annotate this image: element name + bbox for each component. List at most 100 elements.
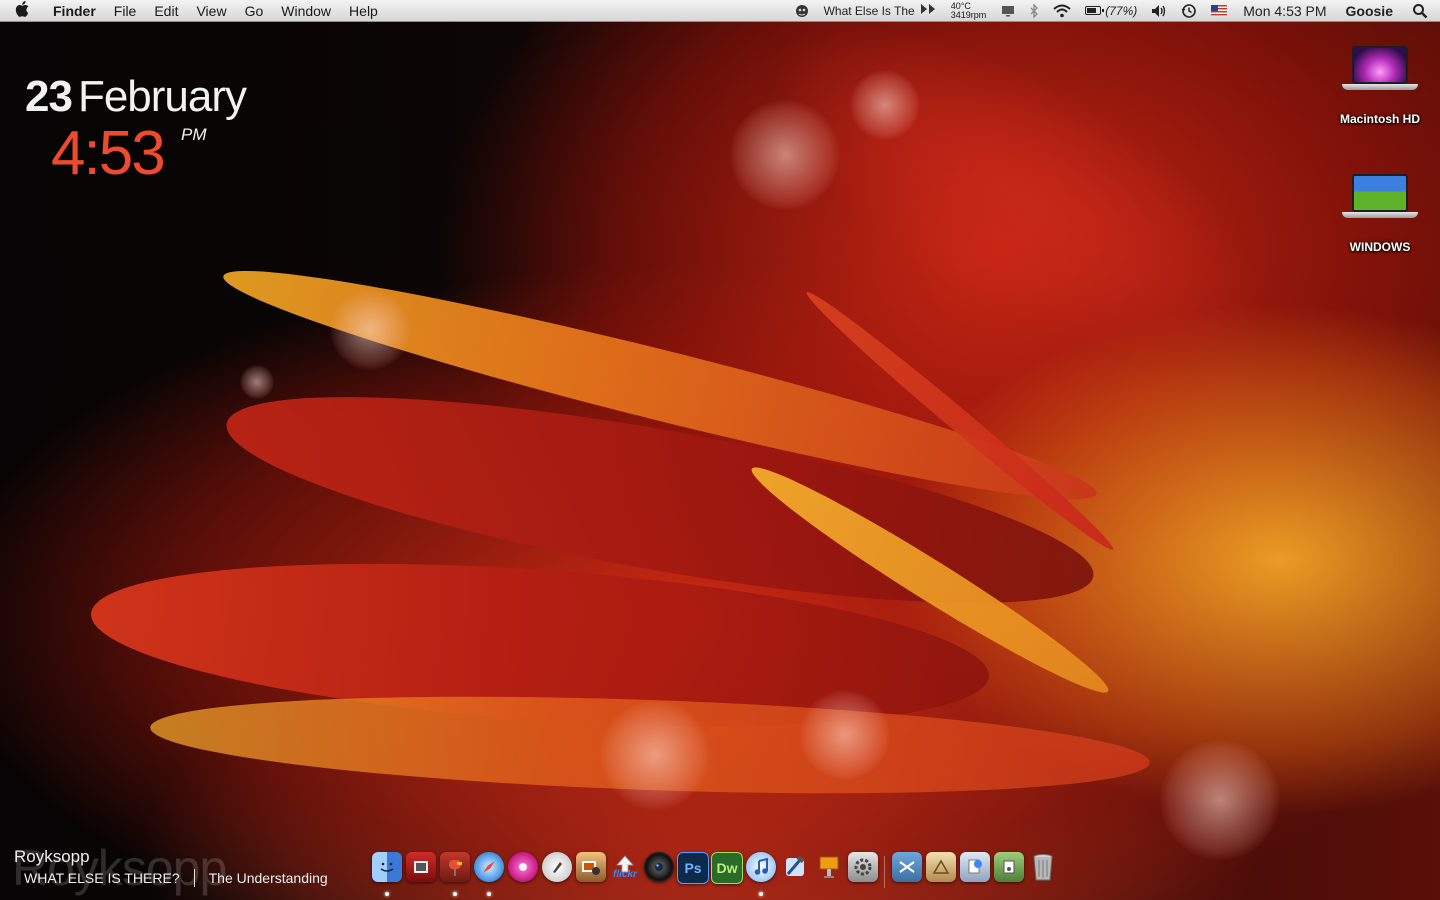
time-line: 4:53 PM [51, 123, 246, 185]
windows-drive-icon [1342, 172, 1418, 224]
wallpaper-bokeh [330, 290, 410, 370]
dock-item-frontrow[interactable] [506, 852, 540, 898]
menu-clock[interactable]: Mon 4:53 PM [1234, 0, 1335, 22]
dock-item-photoshop[interactable]: Ps [676, 852, 710, 898]
photoshop-icon: Ps [677, 852, 709, 884]
dock-item-finder[interactable] [370, 852, 404, 898]
dock-item-keynote[interactable] [812, 852, 846, 898]
dock-divider [880, 852, 890, 898]
battery-level [1087, 8, 1097, 13]
menu-edit[interactable]: Edit [145, 0, 187, 22]
flickr-label: flickr [613, 868, 637, 880]
photoshop-label: Ps [684, 860, 702, 876]
dock-item-safari[interactable] [472, 852, 506, 898]
menu-window[interactable]: Window [272, 0, 340, 22]
menu-finder[interactable]: Finder [44, 0, 105, 22]
finder-icon [372, 852, 402, 882]
dock-item-script-editor[interactable] [540, 852, 574, 898]
now-playing-status-text: What Else Is The [823, 3, 915, 18]
utilities-folder-icon [994, 852, 1024, 882]
apple-menu-icon[interactable] [0, 0, 44, 21]
now-playing-widget: Royksopp Royksopp WHAT ELSE IS THERE? Th… [12, 843, 328, 893]
dock-item-photo-booth[interactable] [404, 852, 438, 898]
menu-file[interactable]: File [105, 0, 146, 22]
trash-icon [1028, 852, 1058, 882]
wallpaper-bokeh [240, 365, 274, 399]
wifi-icon[interactable] [1046, 0, 1078, 22]
battery-icon [1085, 6, 1105, 15]
documents-folder-icon [926, 852, 956, 882]
now-playing-track: The Understanding [208, 870, 328, 886]
dock-item-downloads-stack[interactable] [958, 852, 992, 898]
now-playing-divider [193, 869, 195, 887]
photos-icon [576, 852, 606, 882]
itunes-icon [746, 852, 776, 882]
desktop-icon-label: Macintosh HD [1339, 112, 1420, 126]
dock-item-utilities-stack[interactable] [992, 852, 1026, 898]
user-menu[interactable]: Goosie [1336, 0, 1405, 22]
growl-icon[interactable] [787, 0, 817, 22]
dock-item-documents-stack[interactable] [924, 852, 958, 898]
desktop-icon-windows[interactable]: WINDOWS [1325, 172, 1435, 254]
battery-status[interactable]: (77%) [1078, 0, 1144, 22]
running-indicator [385, 892, 389, 896]
date-month: February [77, 72, 247, 121]
flower-app-icon [508, 852, 538, 882]
hard-drive-icon [1342, 44, 1418, 96]
spotlight-search-icon[interactable] [1405, 0, 1440, 22]
time-machine-icon[interactable] [1174, 0, 1204, 22]
input-source-flag-icon[interactable] [1204, 0, 1234, 22]
wallpaper-bokeh [600, 700, 710, 810]
dock-item-applications-stack[interactable] [890, 852, 924, 898]
date-day: 23 [25, 72, 73, 121]
menu-help[interactable]: Help [340, 0, 387, 22]
now-playing-album: WHAT ELSE IS THERE? [24, 870, 180, 886]
dock-item-system-preferences[interactable] [846, 852, 880, 898]
menu-view[interactable]: View [187, 0, 235, 22]
bluetooth-icon[interactable] [1022, 0, 1046, 22]
us-flag-icon [1211, 5, 1228, 16]
dock-item-iphoto[interactable] [574, 852, 608, 898]
menu-bar: Finder File Edit View Go Window Help Wha… [0, 0, 1440, 22]
running-indicator [759, 892, 763, 896]
desktop-icon-macintosh-hd[interactable]: Macintosh HD [1325, 44, 1435, 126]
pen-tool-icon [542, 852, 572, 882]
hammer-icon [780, 852, 810, 882]
music-controller-icon [920, 3, 936, 18]
mailbox-icon [440, 852, 470, 882]
dock: flickr Ps Dw [370, 852, 1060, 898]
gear-icon [848, 852, 878, 882]
time-value: 4:53 [51, 119, 166, 188]
menu-go[interactable]: Go [236, 0, 273, 22]
flickr-upload-icon: flickr [610, 852, 640, 882]
keynote-podium-icon [814, 852, 844, 882]
dock-item-xcode[interactable] [778, 852, 812, 898]
dreamweaver-label: Dw [716, 860, 738, 876]
volume-icon[interactable] [1144, 0, 1174, 22]
wallpaper-bokeh [1160, 740, 1280, 860]
time-ampm: PM [181, 125, 207, 144]
dreamweaver-icon: Dw [711, 852, 743, 884]
wallpaper-bokeh [730, 100, 840, 210]
fan-speed-value: 3419rpm [950, 9, 987, 20]
now-playing-artist: Royksopp [14, 847, 90, 866]
dock-item-dreamweaver[interactable]: Dw [710, 852, 744, 898]
display-icon[interactable] [994, 0, 1022, 22]
temperature-monitor[interactable]: 40°C 3419rpm [943, 1, 995, 20]
dock-item-flickr-uploadr[interactable]: flickr [608, 852, 642, 898]
camera-lens-icon [644, 852, 674, 882]
dock-item-itunes[interactable] [744, 852, 778, 898]
dock-item-aperture[interactable] [642, 852, 676, 898]
wallpaper-petal [720, 0, 1320, 435]
dock-item-trash[interactable] [1026, 852, 1060, 898]
photo-booth-icon [406, 852, 436, 882]
wallpaper-bokeh [800, 690, 890, 780]
wallpaper-bokeh [850, 70, 920, 140]
running-indicator [453, 892, 457, 896]
safari-compass-icon [474, 852, 504, 882]
dock-item-delicious-library[interactable] [438, 852, 472, 898]
battery-percent: (77%) [1105, 3, 1138, 18]
now-playing-status[interactable]: What Else Is The [817, 0, 943, 22]
applications-folder-icon [892, 852, 922, 882]
running-indicator [487, 892, 491, 896]
